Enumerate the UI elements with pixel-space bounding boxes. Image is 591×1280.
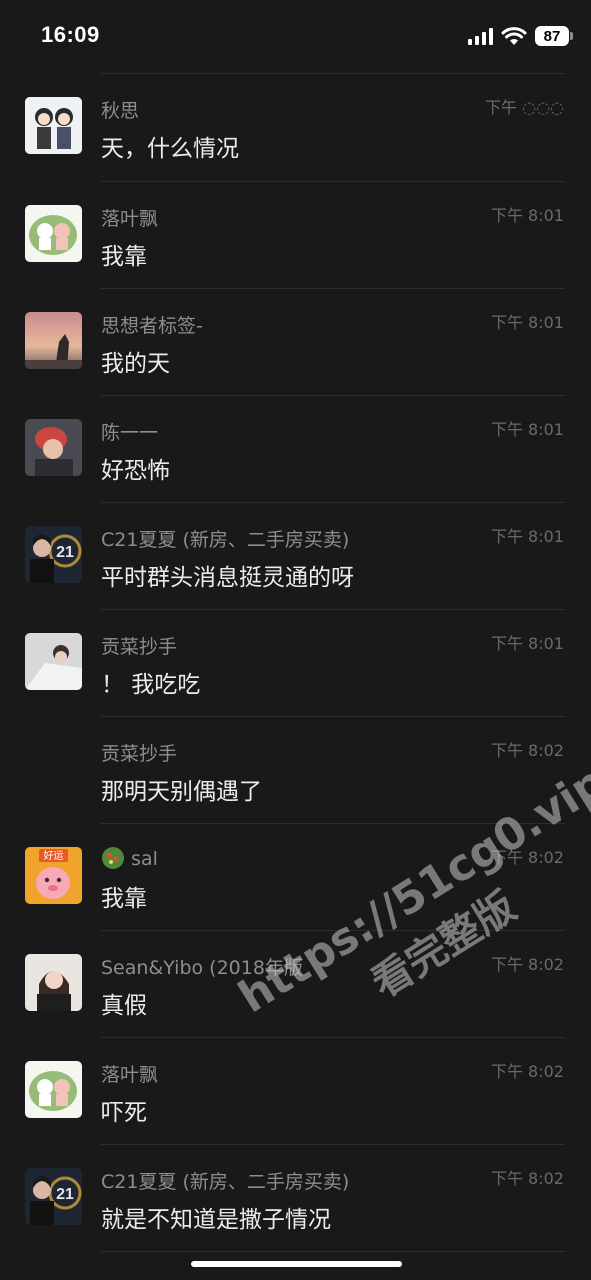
- message-time: 下午 8:02: [490, 1169, 564, 1188]
- message-time: 下午 ◌◌◌: [485, 98, 564, 117]
- avatar[interactable]: [25, 312, 82, 369]
- avatar[interactable]: 21: [25, 1168, 82, 1225]
- message-time: 下午 8:02: [490, 955, 564, 974]
- message-time: 下午 8:02: [490, 848, 564, 867]
- divider: [101, 1251, 565, 1252]
- sender-name: C21夏夏 (新房、二手房买卖): [101, 529, 350, 551]
- message-text: 天，什么情况: [101, 136, 239, 162]
- avatar[interactable]: [25, 633, 82, 690]
- avatar[interactable]: [25, 1061, 82, 1118]
- message-text: 好恐怖: [101, 458, 170, 484]
- avatar[interactable]: [25, 205, 82, 262]
- list-item[interactable]: 贡菜抄手 ！ 我吃吃 下午 8:01: [0, 610, 591, 717]
- sender-name: 陈一一: [101, 422, 159, 444]
- message-time: 下午 8:01: [490, 634, 564, 653]
- list-item[interactable]: Sean&Yibo (2018年版 真假 下午 8:02: [0, 931, 591, 1038]
- list-item[interactable]: 秋思 天，什么情况 下午 ◌◌◌: [0, 74, 591, 181]
- list-item[interactable]: 落叶飘 我靠 下午 8:01: [0, 182, 591, 289]
- list-item[interactable]: 思想者标签- 我的天 下午 8:01: [0, 289, 591, 396]
- avatar[interactable]: [25, 97, 82, 154]
- message-text: 我的天: [101, 351, 170, 377]
- sender-name: C21夏夏 (新房、二手房买卖): [101, 1171, 350, 1193]
- sender-name: 秋思: [101, 100, 140, 122]
- avatar[interactable]: 21: [25, 526, 82, 583]
- sender-name: 落叶飘: [101, 1064, 159, 1086]
- c21-badge: 21: [56, 1186, 74, 1203]
- list-item[interactable]: 21 C21夏夏 (新房、二手房买卖) 就是不知道是撒子情况 下午 8:02: [0, 1145, 591, 1252]
- sender-name-row: sal: [101, 846, 158, 870]
- avatar[interactable]: [25, 419, 82, 476]
- message-time: 下午 8:01: [490, 313, 564, 332]
- message-time: 下午 8:01: [490, 527, 564, 546]
- sender-name: 落叶飘: [101, 208, 159, 230]
- list-item[interactable]: 陈一一 好恐怖 下午 8:01: [0, 396, 591, 503]
- message-time: 下午 8:01: [490, 206, 564, 225]
- message-text: 我靠: [101, 244, 147, 270]
- sender-name: Sean&Yibo (2018年版: [101, 957, 303, 979]
- message-text: 真假: [101, 993, 147, 1019]
- message-text: 那明天别偶遇了: [101, 779, 262, 805]
- avatar[interactable]: [25, 954, 82, 1011]
- message-text: 我靠: [101, 886, 147, 912]
- sender-name: 思想者标签-: [101, 315, 203, 337]
- list-item[interactable]: 21 C21夏夏 (新房、二手房买卖) 平时群头消息挺灵通的呀 下午 8:01: [0, 503, 591, 610]
- emoji-icon: [102, 847, 124, 869]
- message-text: 平时群头消息挺灵通的呀: [101, 565, 354, 591]
- sender-name: sal: [131, 848, 158, 870]
- sender-name: 贡菜抄手: [101, 743, 178, 765]
- message-text: 吓死: [101, 1100, 147, 1126]
- chat-message-list[interactable]: 秋思 天，什么情况 下午 ◌◌◌ 落叶飘 我靠 下午 8:01 思想者标签- 我…: [0, 0, 591, 1280]
- sender-name: 贡菜抄手: [101, 636, 178, 658]
- message-time: 下午 8:01: [490, 420, 564, 439]
- message-time: 下午 8:02: [490, 1062, 564, 1081]
- c21-badge: 21: [56, 544, 74, 561]
- message-time: 下午 8:02: [490, 741, 564, 760]
- message-text: ！ 我吃吃: [101, 672, 201, 698]
- haoyun-badge: 好运: [44, 850, 64, 862]
- home-indicator[interactable]: [191, 1261, 402, 1267]
- avatar[interactable]: 好运: [25, 847, 82, 904]
- list-item[interactable]: 落叶飘 吓死 下午 8:02: [0, 1038, 591, 1145]
- list-item[interactable]: 贡菜抄手 那明天别偶遇了 下午 8:02: [0, 717, 591, 824]
- list-item[interactable]: 好运 sal 我靠 下午 8:02: [0, 824, 591, 931]
- message-text: 就是不知道是撒子情况: [101, 1207, 331, 1233]
